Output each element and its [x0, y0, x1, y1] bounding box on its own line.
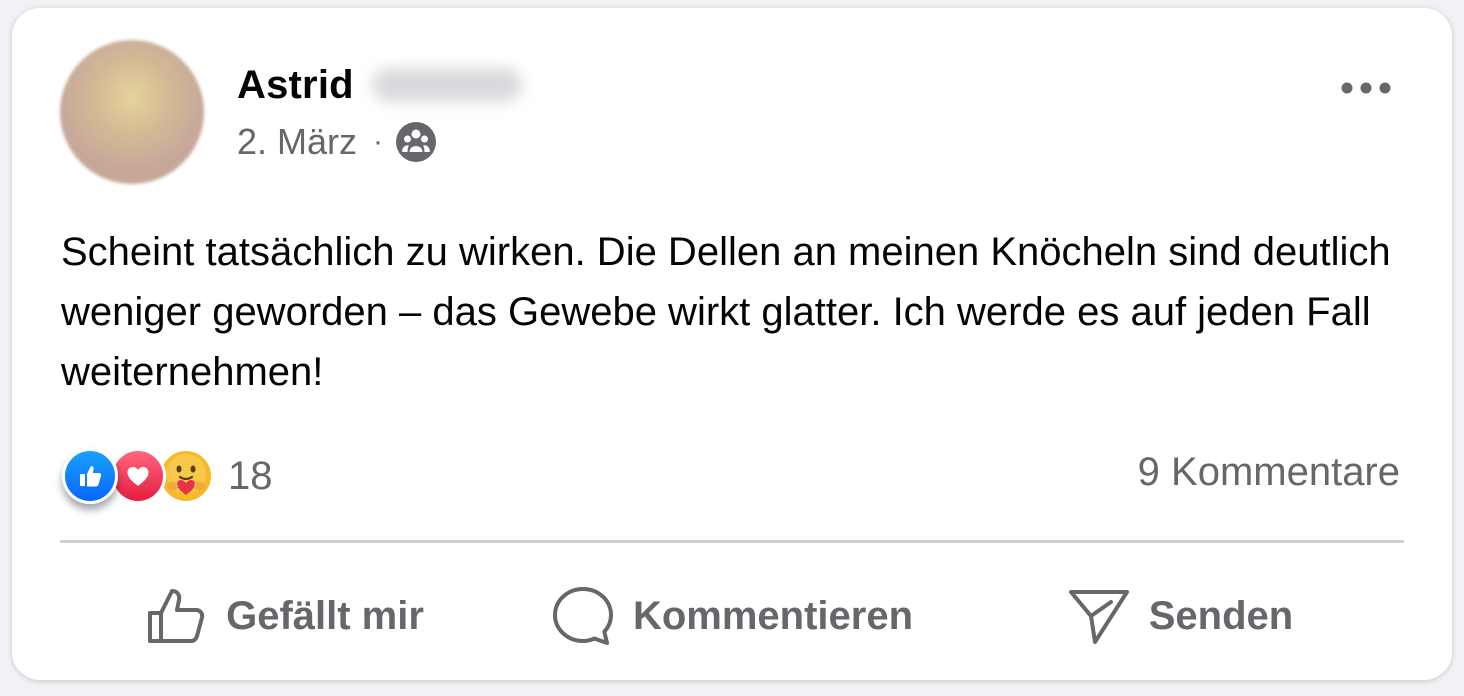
comments-count-link[interactable]: 9 Kommentare	[1138, 450, 1400, 495]
thumbs-up-icon	[148, 589, 205, 643]
care-reaction-icon	[158, 448, 214, 504]
love-reaction-icon	[110, 448, 166, 504]
post-text: Scheint tatsächlich zu wirken. Die Delle…	[61, 230, 1391, 394]
meta-separator: ·	[373, 125, 384, 158]
comment-bubble-icon	[552, 587, 613, 645]
action-divider	[60, 540, 1404, 543]
post-date[interactable]: 2. März	[237, 121, 357, 163]
comment-button[interactable]: Kommentieren	[508, 568, 956, 664]
post-card: Astrid 2. März · Scheint tatsächlich zu …	[12, 8, 1452, 680]
author-name[interactable]: Astrid	[237, 63, 354, 108]
send-button[interactable]: Senden	[956, 568, 1404, 664]
blurred-surname	[371, 68, 522, 102]
more-options-icon	[1341, 82, 1391, 94]
author-avatar[interactable]	[60, 40, 204, 184]
like-button[interactable]: Gefällt mir	[60, 568, 508, 664]
group-icon[interactable]	[395, 121, 437, 163]
author-name-row: Astrid	[237, 60, 522, 110]
reactions-summary[interactable]: 18	[62, 446, 273, 506]
comment-button-label: Kommentieren	[632, 593, 914, 638]
post-meta: 2. März ·	[237, 120, 437, 164]
like-button-label: Gefällt mir	[226, 593, 424, 638]
reaction-count: 18	[228, 453, 273, 498]
more-options-button[interactable]	[1336, 68, 1396, 108]
action-bar: Gefällt mir Kommentieren Senden	[60, 568, 1404, 664]
send-button-label: Senden	[1148, 593, 1294, 638]
like-reaction-icon	[62, 448, 118, 504]
send-icon	[1068, 590, 1129, 644]
